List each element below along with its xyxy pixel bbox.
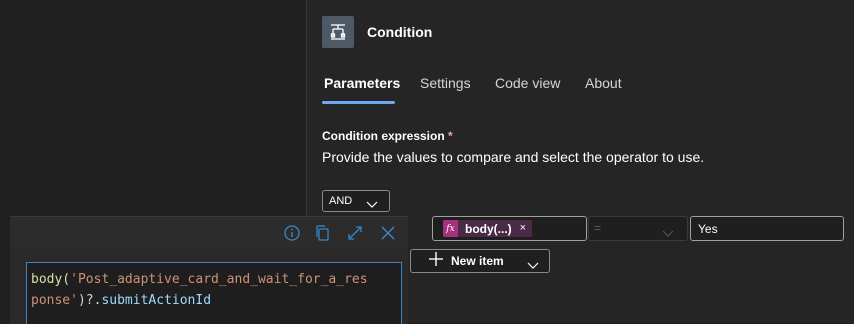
plus-icon [429, 251, 443, 271]
chevron-down-icon [366, 196, 378, 214]
new-item-button[interactable]: New item [410, 249, 550, 273]
right-operand-value: Yes [698, 222, 718, 236]
token-remove-icon[interactable]: × [520, 222, 526, 234]
expand-icon[interactable] [346, 224, 364, 242]
code-string-continued: ponse' [31, 293, 78, 308]
code-string: 'Post_adaptive_card_and_wait_for_a_res [70, 272, 368, 287]
fx-icon: fx [443, 220, 458, 237]
tab-settings[interactable]: Settings [420, 75, 471, 91]
operator-value: = [594, 221, 602, 235]
condition-description: Provide the values to compare and select… [322, 149, 705, 165]
expression-editor-toolbar [10, 217, 408, 248]
left-operand-input[interactable]: fx body(...) × [432, 216, 587, 241]
chevron-down-icon [527, 257, 539, 275]
tab-parameters[interactable]: Parameters [324, 75, 400, 91]
group-operator-dropdown[interactable]: AND [322, 190, 390, 212]
condition-icon [322, 16, 354, 48]
condition-expression-label: Condition expression * [322, 129, 453, 143]
chevron-down-icon [662, 225, 674, 243]
code-property: submitActionId [101, 293, 212, 308]
required-marker: * [448, 129, 453, 143]
expression-editor-popup: body('Post_adaptive_card_and_wait_for_a_… [10, 216, 408, 324]
panel-title: Condition [367, 24, 433, 40]
close-icon[interactable] [379, 224, 397, 242]
tab-about[interactable]: About [585, 75, 622, 91]
code-accessor: )?. [77, 293, 102, 308]
right-operand-input[interactable]: Yes [690, 216, 844, 241]
operator-dropdown[interactable]: = [588, 216, 688, 241]
info-icon[interactable] [283, 224, 301, 242]
active-tab-indicator [322, 101, 395, 104]
expression-token[interactable]: fx body(...) × [443, 220, 532, 237]
group-operator-value: AND [329, 195, 353, 207]
expression-code-editor[interactable]: body('Post_adaptive_card_and_wait_for_a_… [26, 262, 402, 324]
code-function: body( [31, 272, 71, 287]
new-item-label: New item [451, 254, 504, 268]
copy-icon[interactable] [314, 224, 332, 242]
expression-token-label: body(...) [465, 221, 512, 236]
tab-code-view[interactable]: Code view [495, 75, 560, 91]
expression-code: body('Post_adaptive_card_and_wait_for_a_… [31, 269, 368, 311]
